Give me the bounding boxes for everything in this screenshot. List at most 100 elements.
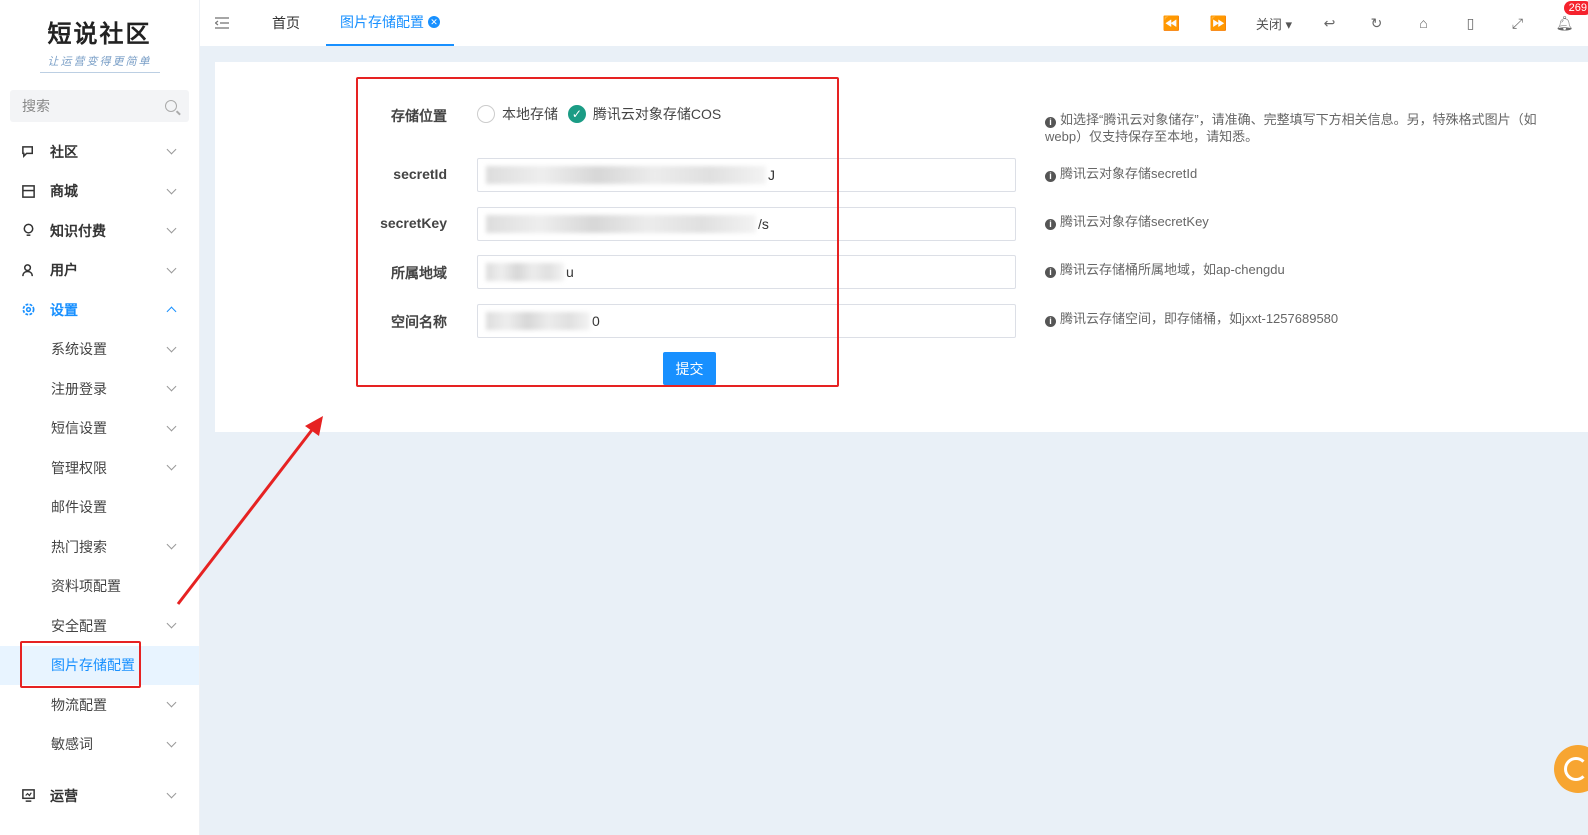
radio-local-storage[interactable] [477,105,495,123]
close-tabs-label: 关闭 [1255,16,1282,32]
chevron-down-icon [166,144,177,155]
toolbar: ⏪ ⏩ 关闭 ▾ ↩ ↻ ⌂ ▯ ⤢ 🔔︎ 269 [1148,0,1588,46]
users-icon [20,262,36,278]
sidebar-item-users[interactable]: 用户 [0,251,199,291]
submit-button[interactable]: 提交 [663,352,716,385]
radio-cos-storage[interactable]: ✓ [567,105,586,123]
tab-label: 图片存储配置 [340,14,424,30]
info-icon: i [1045,267,1056,278]
tab-close-icon[interactable]: ✕ [428,16,440,28]
bucket-hint: i 腾讯云存储空间，即存储桶，如jxxt-1257689580 [1045,310,1338,327]
chevron-down-icon [166,539,177,550]
sidebar-item-label: 知识付费 [50,222,106,239]
monitor-icon [20,788,36,804]
sidebar-subitem-label: 管理权限 [51,459,107,476]
chevron-down-icon [166,223,177,234]
clear-cache-icon[interactable]: ⌂ [1400,15,1447,31]
sidebar-subitem-label: 邮件设置 [51,499,107,516]
region-field[interactable]: u [477,255,1016,289]
logo-slogan: 让运营变得更简单 [47,56,152,68]
sidebar-subitem-label: 短信设置 [51,420,107,437]
sidebar-item-label: 设置 [50,301,78,318]
storage-label: 存储位置 [391,108,447,124]
sidebar-item-community[interactable]: 社区 [0,132,199,172]
search-input[interactable]: 搜索 [10,90,189,122]
secret-id-hint: i 腾讯云对象存储secretId [1045,165,1197,182]
redacted-value [486,263,564,281]
sidebar-subitem-sensitive-words[interactable]: 敏感词 [0,725,199,765]
logo: 短说社区 让运营变得更简单 [0,0,199,78]
info-icon: i [1045,219,1056,230]
sidebar-subitem-email[interactable]: 邮件设置 [0,488,199,528]
caret-down-icon: ▾ [1285,16,1293,32]
storage-radio-group: 本地存储 ✓ 腾讯云对象存储COS [477,104,727,124]
region-hint-text: 腾讯云存储桶所属地域，如ap-chengdu [1060,262,1285,277]
logo-divider [39,72,160,73]
menu-fold-icon[interactable] [200,17,244,29]
radio-local-label: 本地存储 [502,106,558,122]
sidebar-subitem-label: 资料项配置 [51,578,121,595]
sidebar-item-knowledge[interactable]: 知识付费 [0,211,199,251]
sidebar-subitem-label: 图片存储配置 [51,657,135,674]
secret-id-value-tail: J [768,167,775,183]
bucket-hint-text: 腾讯云存储空间，即存储桶，如jxxt-1257689580 [1060,311,1339,326]
sidebar-subitem-logistics[interactable]: 物流配置 [0,685,199,725]
sidebar-subitem-label: 注册登录 [51,380,107,397]
storage-hint-text: 如选择“腾讯云对象储存”，请准确、完整填写下方相关信息。另，特殊格式图片（如we… [1045,112,1537,144]
sidebar-subitem-profile-fields[interactable]: 资料项配置 [0,567,199,607]
bucket-field[interactable]: 0 [477,304,1016,338]
sidebar-item-label: 运营 [50,787,78,804]
logo-title: 短说社区 [47,19,152,48]
secret-key-label: secretKey [380,215,447,231]
sidebar-subitem-image-storage[interactable]: 图片存储配置 [0,645,199,685]
next-tab-icon[interactable]: ⏩ [1195,15,1242,32]
redacted-value [486,312,590,330]
sidebar: 短说社区 让运营变得更简单 搜索 社区 商城 知识付费 用户 设置 系统设置 注… [0,0,200,835]
sidebar-subitem-label: 热门搜索 [51,538,107,555]
fullscreen-icon[interactable]: ⤢ [1494,15,1541,32]
tab-image-storage[interactable]: 图片存储配置 ✕ [326,0,454,46]
sidebar-subitem-security[interactable]: 安全配置 [0,606,199,646]
sidebar-subitem-hot-search[interactable]: 热门搜索 [0,527,199,567]
secret-id-field[interactable]: J [477,158,1016,192]
region-hint: i 腾讯云存储桶所属地域，如ap-chengdu [1045,261,1285,278]
chevron-down-icon [166,421,177,432]
search-icon [165,100,177,112]
secret-id-label: secretId [393,166,447,182]
sidebar-subitem-register[interactable]: 注册登录 [0,369,199,409]
storage-hint: i 如选择“腾讯云对象储存”，请准确、完整填写下方相关信息。另，特殊格式图片（如w… [1045,111,1555,145]
customer-service-icon[interactable] [1554,745,1588,793]
sidebar-item-settings[interactable]: 设置 [0,290,199,330]
secret-id-hint-text: 腾讯云对象存储secretId [1060,166,1198,181]
refresh-icon[interactable]: ↻ [1353,15,1400,32]
prev-tab-icon[interactable]: ⏪ [1148,15,1195,32]
region-value-tail: u [566,264,574,280]
info-icon: i [1045,316,1056,327]
storage-config-card: 存储位置 本地存储 ✓ 腾讯云对象存储COS i 如选择“腾讯云对象储存”，请准确、… [215,62,1588,432]
region-label: 所属地域 [391,265,447,281]
sidebar-subitem-label: 系统设置 [51,341,107,358]
gear-icon [20,302,36,318]
sidebar-subitem-permissions[interactable]: 管理权限 [0,448,199,488]
secret-key-value-tail: /s [758,216,769,232]
sidebar-subitem-system[interactable]: 系统设置 [0,330,199,370]
close-tabs-dropdown[interactable]: 关闭 ▾ [1242,14,1306,33]
tab-label: 首页 [272,15,300,31]
sidebar-item-operations[interactable]: 运营 [0,776,199,816]
tab-home[interactable]: 首页 [258,0,314,46]
back-icon[interactable]: ↩ [1306,15,1353,32]
sidebar-item-shop[interactable]: 商城 [0,172,199,212]
sidebar-item-label: 商城 [50,183,78,200]
radio-cos-label: 腾讯云对象存储COS [592,106,722,122]
sidebar-subitem-sms[interactable]: 短信设置 [0,409,199,449]
sidebar-item-label: 社区 [50,143,78,160]
chevron-down-icon [166,737,177,748]
redacted-value [486,215,756,233]
secret-key-field[interactable]: /s [477,207,1016,241]
secret-key-hint: i 腾讯云对象存储secretKey [1045,213,1209,230]
chevron-down-icon [166,697,177,708]
chevron-down-icon [166,342,177,353]
mobile-icon[interactable]: ▯ [1447,15,1494,32]
bucket-value-tail: 0 [592,313,600,329]
bell-icon[interactable]: 🔔︎ 269 [1541,0,1588,32]
